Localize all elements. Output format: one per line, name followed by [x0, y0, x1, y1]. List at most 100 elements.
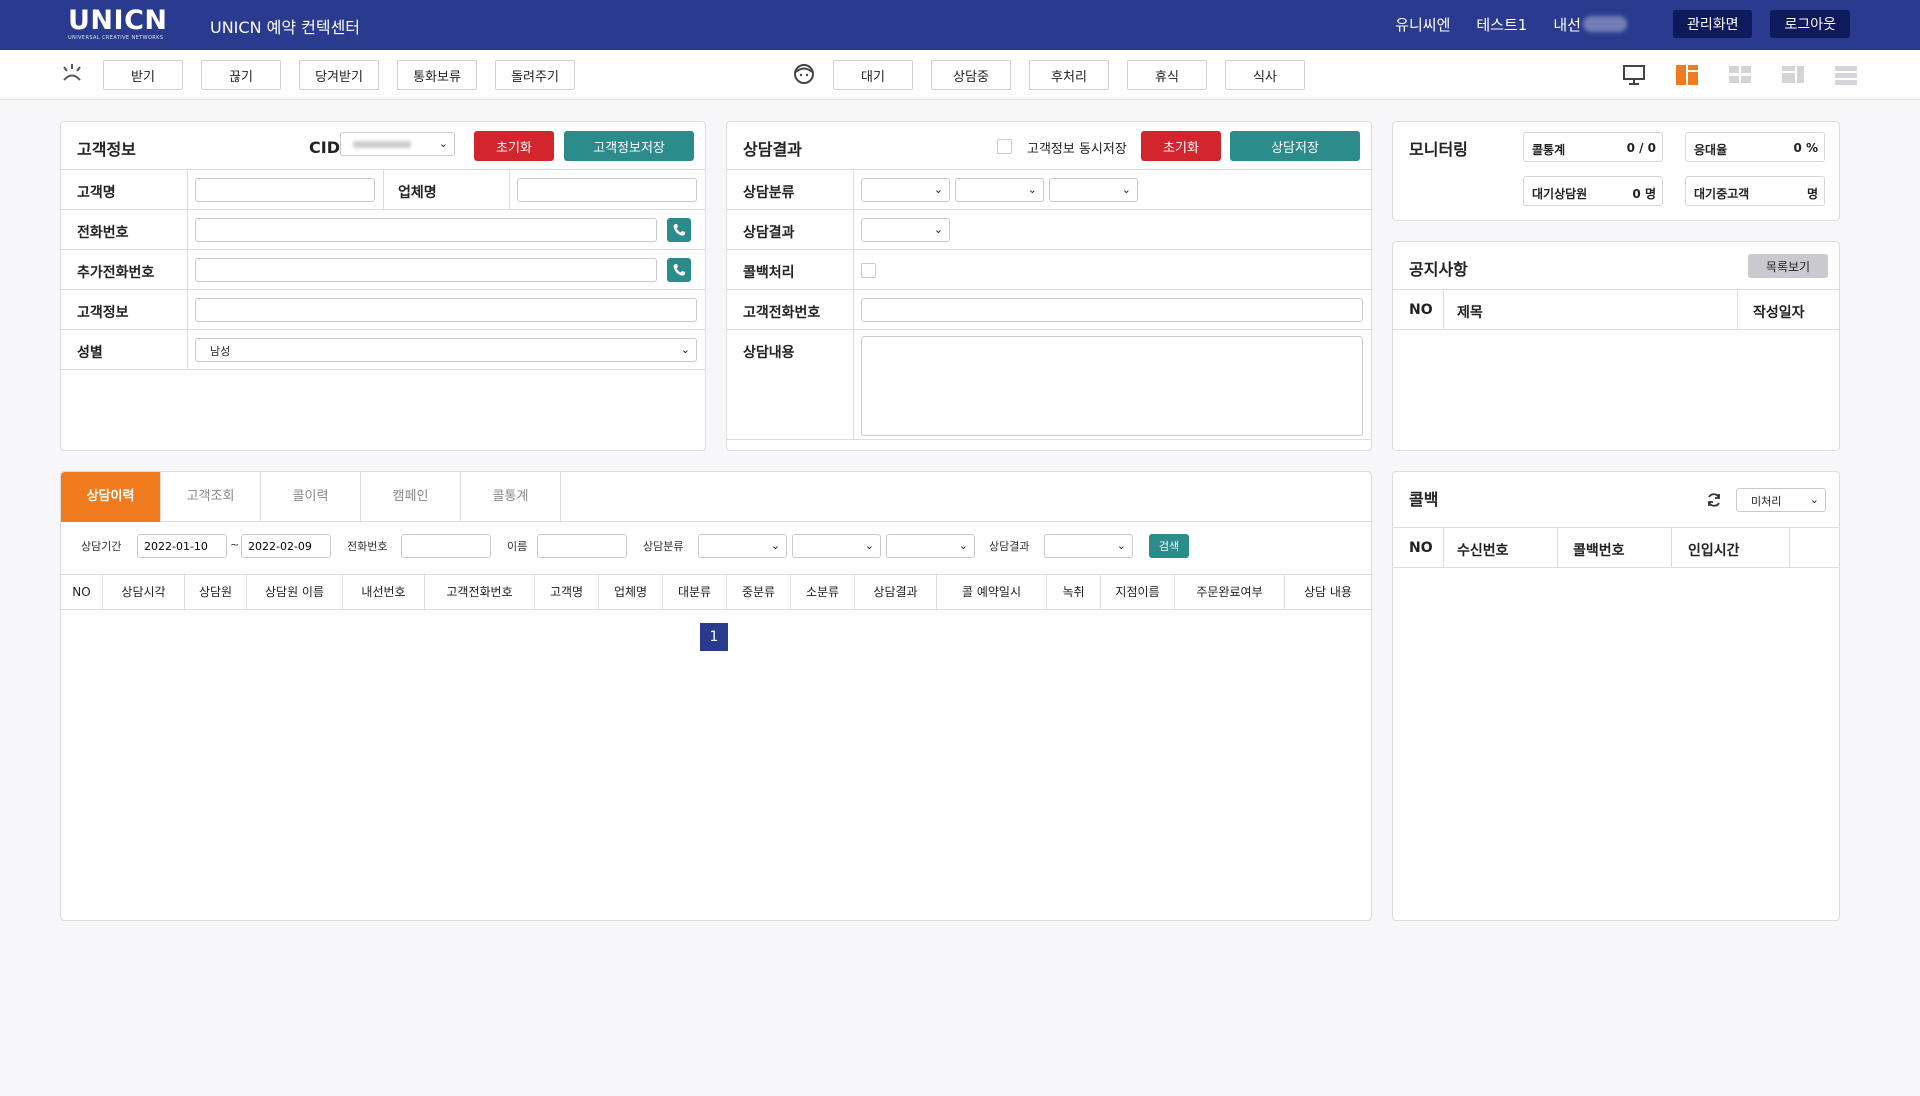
col-no: NO — [61, 575, 103, 609]
col-company-name: 업체명 — [599, 575, 663, 609]
chevron-down-icon: ⌄ — [1116, 539, 1126, 552]
tab-campaign[interactable]: 캠페인 — [361, 472, 461, 522]
phone-input[interactable] — [195, 218, 657, 242]
customer-reset-button[interactable]: 초기화 — [474, 131, 554, 161]
customer-info-input[interactable] — [195, 298, 697, 322]
history-name-input[interactable] — [537, 534, 627, 558]
consult-reset-button[interactable]: 초기화 — [1141, 131, 1221, 161]
col-consult-result: 상담결과 — [855, 575, 937, 609]
row-consult-content: 상담내용 — [727, 330, 1371, 440]
divider — [383, 170, 384, 210]
consult-result-header: 상담결과 고객정보 동시저장 초기화 상담저장 — [727, 122, 1371, 170]
divider — [1671, 528, 1672, 568]
status-consulting-button[interactable]: 상담중 — [931, 60, 1011, 90]
admin-button[interactable]: 관리화면 — [1672, 10, 1753, 38]
monitor-icon[interactable] — [1622, 64, 1646, 86]
consult-category-minor-select[interactable]: ⌄ — [1049, 178, 1138, 202]
status-aftercall-button[interactable]: 후처리 — [1029, 60, 1109, 90]
history-category-major-select[interactable]: ⌄ — [698, 534, 787, 558]
customer-save-button[interactable]: 고객정보저장 — [564, 131, 694, 161]
divider — [1557, 528, 1558, 568]
date-to-input[interactable] — [241, 534, 331, 558]
refresh-icon[interactable] — [1706, 492, 1722, 508]
history-category-middle-select[interactable]: ⌄ — [792, 534, 881, 558]
extra-phone-call-button[interactable] — [667, 258, 691, 282]
status-waiting-button[interactable]: 대기 — [833, 60, 913, 90]
tab-call-history[interactable]: 콜이력 — [261, 472, 361, 522]
customer-phone-input[interactable] — [861, 298, 1363, 322]
pagination-page-1[interactable]: 1 — [700, 623, 728, 651]
notice-list-button[interactable]: 목록보기 — [1748, 254, 1828, 278]
chevron-down-icon: ⌄ — [933, 183, 943, 196]
hangup-button[interactable]: 끊기 — [201, 60, 281, 90]
col-minor-category: 소분류 — [791, 575, 855, 609]
callback-panel: 콜백 미처리 ⌄ NO 수신번호 콜백번호 인입시간 — [1392, 471, 1840, 921]
hold-button[interactable]: 통화보류 — [397, 60, 477, 90]
history-phone-input[interactable] — [401, 534, 491, 558]
tab-call-stats[interactable]: 콜통계 — [461, 472, 561, 522]
layout-grid-active-icon[interactable] — [1675, 64, 1699, 86]
gender-select[interactable]: 남성 ⌄ — [195, 338, 697, 362]
history-result-select[interactable]: ⌄ — [1044, 534, 1133, 558]
divider — [187, 170, 188, 210]
phone-call-button[interactable] — [667, 218, 691, 242]
divider — [853, 330, 854, 440]
chevron-down-icon: ⌄ — [958, 539, 968, 552]
col-consult-time: 상담시각 — [103, 575, 185, 609]
status-break-button[interactable]: 휴식 — [1127, 60, 1207, 90]
chevron-down-icon: ⌄ — [770, 539, 780, 552]
chevron-down-icon: ⌄ — [438, 137, 448, 150]
col-middle-category: 중분류 — [727, 575, 791, 609]
history-tabs: 상담이력 고객조회 콜이력 캠페인 콜통계 — [61, 472, 1371, 522]
chevron-down-icon: ⌄ — [864, 539, 874, 552]
gender-label: 성별 — [77, 345, 103, 361]
callback-status-select[interactable]: 미처리 ⌄ — [1736, 488, 1826, 512]
divider — [187, 290, 188, 330]
callback-process-checkbox[interactable] — [861, 263, 876, 278]
sync-save-checkbox[interactable] — [997, 139, 1012, 154]
consult-content-textarea[interactable] — [861, 336, 1363, 436]
date-from-input[interactable] — [137, 534, 227, 558]
pickup-button[interactable]: 당겨받기 — [299, 60, 379, 90]
tab-consult-history[interactable]: 상담이력 — [61, 472, 161, 522]
consult-category-major-select[interactable]: ⌄ — [861, 178, 950, 202]
divider — [187, 210, 188, 250]
history-category-label: 상담분류 — [643, 540, 684, 553]
extra-phone-label: 추가전화번호 — [77, 265, 155, 281]
history-search-button[interactable]: 검색 — [1149, 534, 1189, 558]
consult-result-select[interactable]: ⌄ — [861, 218, 950, 242]
divider — [853, 250, 854, 290]
waiting-customers-value: 명 — [1806, 187, 1818, 201]
tab-customer-search[interactable]: 고객조회 — [161, 472, 261, 522]
receive-call-button[interactable]: 받기 — [103, 60, 183, 90]
divider — [187, 330, 188, 370]
monitoring-panel: 모니터링 콜통계 0 / 0 응대율 0 % 대기상담원 0 명 대기중고객 명 — [1392, 121, 1840, 221]
waiting-customers-card: 대기중고객 명 — [1685, 176, 1825, 206]
history-category-minor-select[interactable]: ⌄ — [886, 534, 975, 558]
consult-save-button[interactable]: 상담저장 — [1230, 131, 1360, 161]
monitoring-title: 모니터링 — [1409, 140, 1468, 159]
col-major-category: 대분류 — [663, 575, 727, 609]
layout-rows-icon[interactable] — [1834, 64, 1858, 86]
consult-result-title: 상담결과 — [743, 140, 802, 159]
extra-phone-input[interactable] — [195, 258, 657, 282]
customer-name-input[interactable] — [195, 178, 375, 202]
transfer-button[interactable]: 돌려주기 — [495, 60, 575, 90]
cid-select[interactable]: ⌄ — [340, 132, 455, 156]
user-name: 테스트1 — [1476, 15, 1528, 34]
waiting-customers-label: 대기중고객 — [1694, 187, 1750, 201]
status-meal-button[interactable]: 식사 — [1225, 60, 1305, 90]
period-label: 상담기간 — [81, 540, 122, 553]
consult-category-middle-select[interactable]: ⌄ — [955, 178, 1044, 202]
col-extension: 내선번호 — [343, 575, 425, 609]
logout-button[interactable]: 로그아웃 — [1770, 10, 1850, 38]
app-title: UNICN 예약 컨텍센터 — [210, 18, 361, 37]
layout-split-icon[interactable] — [1781, 64, 1805, 86]
history-name-label: 이름 — [507, 540, 528, 553]
callback-process-label: 콜백처리 — [743, 265, 795, 281]
cid-label: CID — [309, 138, 340, 157]
call-stats-label: 콜통계 — [1532, 143, 1566, 157]
company-name-input[interactable] — [517, 178, 697, 202]
layout-four-icon[interactable] — [1728, 64, 1752, 86]
agent-face-icon — [794, 64, 814, 84]
